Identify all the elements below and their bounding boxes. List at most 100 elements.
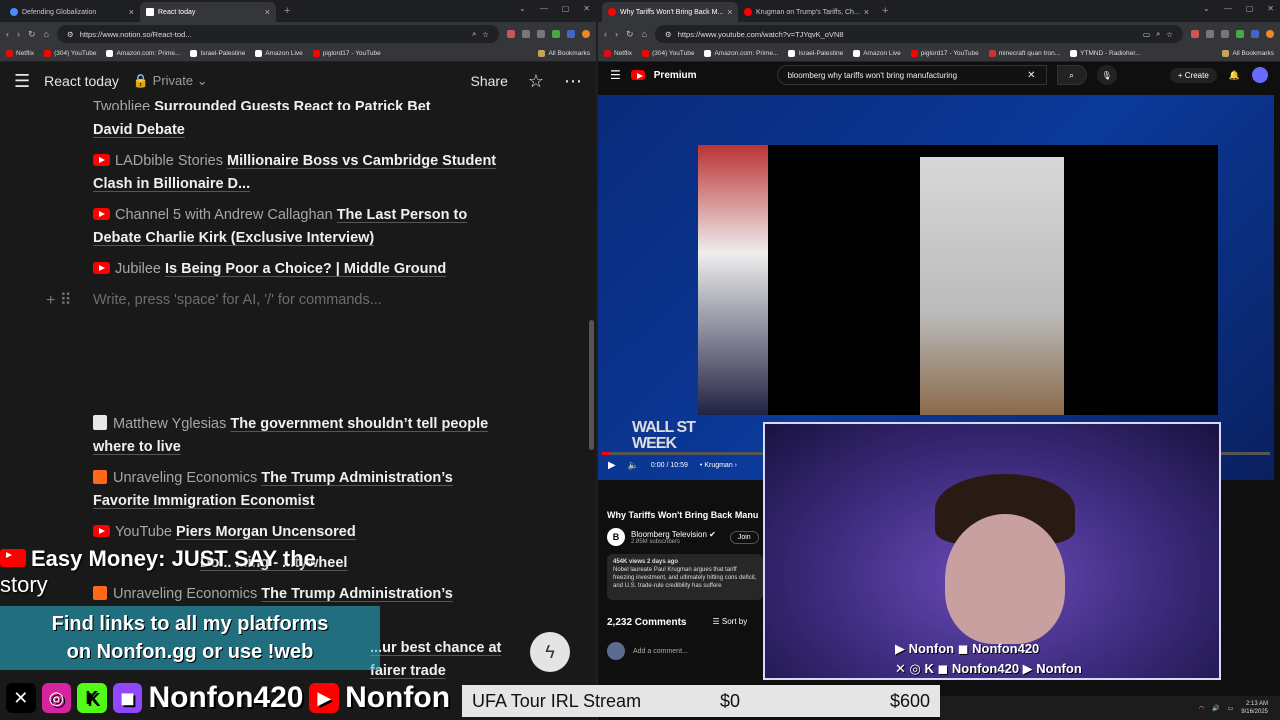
tab-defending-globalization[interactable]: Defending Globalization × [4,2,140,22]
profile-icon[interactable] [582,30,590,38]
reload-icon[interactable]: ↻ [28,29,36,40]
close-icon[interactable]: × [265,7,270,17]
play-icon[interactable]: ▶ [608,460,616,471]
zoom-icon[interactable]: ⌕ [1156,29,1160,39]
item-title-link[interactable]: Is Being Poor a Choice? | Middle Ground [165,261,446,277]
extension-icon[interactable] [537,30,545,38]
bookmark-amazon[interactable]: Amazon.com: Prime... [704,50,778,57]
scrollbar[interactable] [589,320,594,450]
reload-icon[interactable]: ↻ [626,29,634,40]
home-icon[interactable]: ⌂ [642,29,647,39]
clear-icon[interactable]: ✕ [1027,70,1035,81]
bookmark-amazon-live[interactable]: Amazon Live [255,50,303,57]
close-window-icon[interactable]: ✕ [1267,4,1274,13]
search-icon[interactable]: ⌕ [1056,65,1087,85]
item-title-link[interactable]: Surrounded Guests React to Patrick Bet [154,99,430,110]
bookmark-amazon[interactable]: Amazon.com: Prime... [106,50,180,57]
bookmark-netflix[interactable]: Netflix [604,50,632,57]
tab-krugman[interactable]: Krugman on Trump's Tariffs, Ch... × [738,2,874,22]
extension-icon[interactable] [522,30,530,38]
maximize-icon[interactable]: ▢ [562,4,570,13]
extension-icon[interactable] [1236,30,1244,38]
more-icon[interactable]: ⋯ [564,71,582,92]
volume-icon[interactable]: 🔈 [628,460,639,471]
maximize-icon[interactable]: ▢ [1246,4,1254,13]
bell-icon[interactable]: 🔔 [1229,70,1240,81]
notion-ai-icon[interactable]: ϟ [530,632,570,672]
item-title-link[interactable]: David Debate [93,122,185,138]
tab-why-tariffs[interactable]: Why Tariffs Won't Bring Back M... × [602,2,738,22]
tab-react-today[interactable]: React today × [140,2,276,22]
close-icon[interactable]: × [727,7,732,17]
extension-icon[interactable] [1191,30,1199,38]
create-button[interactable]: + Create [1169,67,1217,83]
new-tab-button[interactable]: + [276,5,298,17]
extension-icon[interactable] [1206,30,1214,38]
bookmark-israel-palestine[interactable]: Israel-Palestine [788,50,843,57]
extension-icon[interactable] [1251,30,1259,38]
chapter-label[interactable]: • Krugman › [700,462,737,469]
close-icon[interactable]: × [864,7,869,17]
youtube-logo[interactable]: Premium [630,70,697,81]
site-info-icon[interactable]: ⚙ [665,30,672,39]
share-button[interactable]: Share [471,73,508,89]
bookmark-piglord[interactable]: piglord17 - YouTube [910,50,979,57]
profile-icon[interactable] [1266,30,1274,38]
join-button[interactable]: Join [729,530,759,544]
bookmark-star-icon[interactable]: ☆ [1166,30,1173,39]
item-title-link[interactable]: Piers Morgan Uncensored [176,524,356,540]
sort-by-button[interactable]: ☰ Sort by [712,617,747,628]
item-title-link[interactable]: ...ur best chance at fairer trade [370,640,501,679]
extension-icon[interactable] [507,30,515,38]
site-info-icon[interactable]: ⚙ [67,30,74,39]
bookmark-ytmnd[interactable]: YTMND - Radioher... [1070,50,1141,57]
all-bookmarks[interactable]: All Bookmarks [538,50,590,57]
mic-icon[interactable]: 🎙 [1096,65,1117,85]
page-title[interactable]: React today [44,73,119,89]
tab-search-icon[interactable]: ⌄ [1203,4,1210,13]
channel-avatar[interactable]: B [607,528,625,546]
battery-icon[interactable]: ▭ [1228,705,1234,712]
bookmark-youtube[interactable]: (304) YouTube [642,50,694,57]
cast-icon[interactable]: ▭ [1143,30,1150,39]
star-icon[interactable]: ☆ [528,71,544,92]
privacy-dropdown[interactable]: 🔒 Private ⌄ [133,73,208,89]
bookmark-star-icon[interactable]: ☆ [482,30,489,39]
close-icon[interactable]: × [129,7,134,17]
url-bar[interactable]: ⚙ https://www.youtube.com/watch?v=TJYqvK… [654,25,1183,43]
volume-icon[interactable]: 🔊 [1212,705,1219,712]
bookmark-piglord[interactable]: piglord17 - YouTube [312,50,381,57]
forward-icon[interactable]: › [17,29,20,39]
wifi-icon[interactable]: ◠ [1199,705,1204,712]
menu-icon[interactable]: ☰ [610,68,621,82]
home-icon[interactable]: ⌂ [44,29,49,39]
avatar[interactable] [1252,67,1268,83]
add-block-icon[interactable]: + ⠿ [46,290,72,310]
back-icon[interactable]: ‹ [6,29,9,39]
block-placeholder[interactable]: Write, press 'space' for AI, '/' for com… [93,292,382,308]
bookmark-israel-palestine[interactable]: Israel-Palestine [190,50,245,57]
bookmark-amazon-live[interactable]: Amazon Live [853,50,901,57]
minimize-icon[interactable]: — [540,4,548,13]
close-window-icon[interactable]: ✕ [583,4,590,13]
search-input[interactable]: bloomberg why tariffs won't bring manufa… [776,65,1047,85]
comment-input[interactable]: Add a comment... [633,648,688,655]
menu-icon[interactable]: ☰ [14,71,30,92]
minimize-icon[interactable]: — [1224,4,1232,13]
extension-icon[interactable] [567,30,575,38]
channel-info[interactable]: Bloomberg Television ✔ 2.85M subscribers [631,530,716,545]
url-bar[interactable]: ⚙ https://www.notion.so/React-tod... ⌕ ☆ [56,25,499,43]
bookmark-netflix[interactable]: Netflix [6,50,34,57]
back-icon[interactable]: ‹ [604,29,607,39]
all-bookmarks[interactable]: All Bookmarks [1222,50,1274,57]
extension-icon[interactable] [552,30,560,38]
extension-icon[interactable] [1221,30,1229,38]
bookmark-youtube[interactable]: (304) YouTube [44,50,96,57]
zoom-icon[interactable]: ⌕ [472,29,476,39]
forward-icon[interactable]: › [615,29,618,39]
system-clock[interactable]: 2:13 AM 9/16/2025 [1241,700,1268,716]
description-box[interactable]: 454K views 2 days ago Nobel laureate Pau… [607,554,763,600]
bookmark-minecraft[interactable]: minecraft quan tron... [988,50,1060,57]
new-tab-button[interactable]: + [874,5,896,17]
tab-search-icon[interactable]: ⌄ [519,4,526,13]
